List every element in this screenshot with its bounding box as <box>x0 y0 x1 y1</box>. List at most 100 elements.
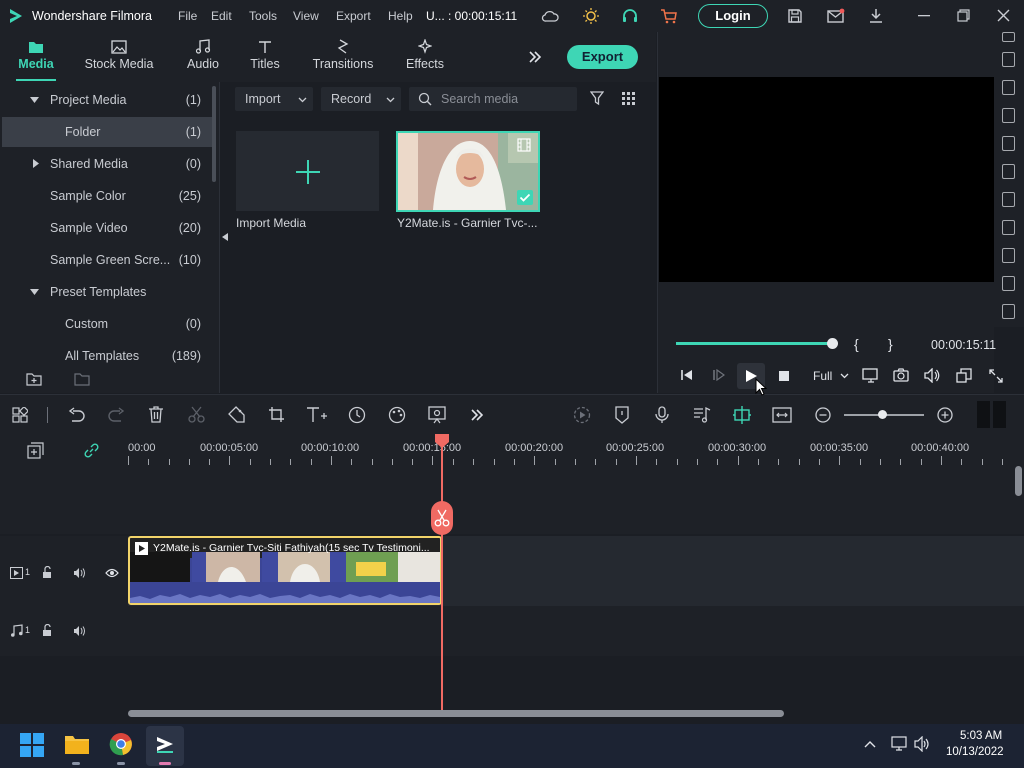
sidebar-item-sample-video[interactable]: Sample Video (20) <box>2 213 213 243</box>
undo-icon[interactable] <box>68 407 85 422</box>
windows-start-icon[interactable] <box>20 733 44 757</box>
sidebar-item-project-media[interactable]: Project Media (1) <box>2 85 213 115</box>
menu-file[interactable]: File <box>178 9 197 23</box>
clock-time[interactable]: 5:03 AM <box>960 730 1002 742</box>
fullscreen-icon[interactable] <box>989 369 1003 383</box>
snapshot-camera-icon[interactable] <box>893 368 909 382</box>
zoom-in-icon[interactable] <box>937 407 953 423</box>
export-button[interactable]: Export <box>567 45 638 69</box>
link-icon[interactable] <box>83 442 100 459</box>
zoom-slider-handle[interactable] <box>878 410 887 419</box>
clock-date[interactable]: 10/13/2022 <box>946 746 1004 758</box>
track-height-toggle[interactable] <box>993 401 1006 428</box>
menu-help[interactable]: Help <box>388 9 413 23</box>
panel-toggle[interactable] <box>1002 192 1015 207</box>
text-add-icon[interactable] <box>306 406 328 424</box>
playback-progress-bar[interactable] <box>676 342 833 345</box>
panel-toggle[interactable] <box>1002 136 1015 151</box>
chrome-icon[interactable] <box>109 732 133 756</box>
lightbulb-icon[interactable] <box>582 7 600 25</box>
panel-toggle[interactable] <box>1002 52 1015 67</box>
audio-list-icon[interactable] <box>693 406 711 424</box>
timeline-ruler[interactable]: 00:00 00:00:05:00 00:00:10:00 00:00:15:0… <box>128 434 1024 468</box>
menu-edit[interactable]: Edit <box>211 9 232 23</box>
step-forward-icon[interactable] <box>713 369 725 381</box>
chevron-up-icon[interactable] <box>864 740 876 748</box>
download-icon[interactable] <box>868 8 884 24</box>
sidebar-item-all-templates[interactable]: All Templates (189) <box>2 341 213 371</box>
speed-clock-icon[interactable] <box>348 406 366 424</box>
audio-mixer-icon[interactable] <box>428 406 446 424</box>
tab-titles[interactable]: Titles <box>246 32 284 82</box>
sidebar-item-folder[interactable]: Folder (1) <box>2 117 213 147</box>
tag-icon[interactable] <box>228 406 245 423</box>
minimize-icon[interactable] <box>918 15 930 17</box>
speaker-icon[interactable] <box>73 625 87 637</box>
preview-viewer[interactable] <box>659 77 994 282</box>
mark-in-button[interactable]: { <box>854 336 859 352</box>
restore-icon[interactable] <box>957 9 970 22</box>
taskbar-filmora-button[interactable] <box>146 726 184 766</box>
file-explorer-icon[interactable] <box>64 733 90 755</box>
sidebar-item-sample-color[interactable]: Sample Color (25) <box>2 181 213 211</box>
panel-toggle[interactable] <box>1002 220 1015 235</box>
chevron-down-icon[interactable] <box>840 373 849 379</box>
sidebar-item-preset-templates[interactable]: Preset Templates <box>2 277 213 307</box>
speaker-icon[interactable] <box>73 567 87 579</box>
menu-export[interactable]: Export <box>336 9 371 23</box>
close-icon[interactable] <box>997 9 1010 22</box>
cart-icon[interactable] <box>660 8 678 24</box>
volume-icon[interactable] <box>924 368 940 383</box>
panel-toggle[interactable] <box>1002 276 1015 291</box>
track-height-toggle[interactable] <box>977 401 990 428</box>
render-preview-icon[interactable] <box>573 406 591 424</box>
marker-icon[interactable] <box>614 406 630 424</box>
panel-toggle[interactable] <box>1002 80 1015 95</box>
menu-tools[interactable]: Tools <box>249 9 277 23</box>
sidebar-item-sample-green-screen[interactable]: Sample Green Scre... (10) <box>2 245 213 275</box>
playhead-handle[interactable] <box>435 434 449 448</box>
more-tools-icon[interactable] <box>470 408 484 422</box>
panel-toggle[interactable] <box>1002 304 1015 319</box>
step-backward-icon[interactable] <box>681 369 693 381</box>
playback-scrubber-handle[interactable] <box>827 338 838 349</box>
sidebar-scrollbar[interactable] <box>212 86 216 182</box>
tab-audio[interactable]: Audio <box>182 32 224 82</box>
timeline-horizontal-scrollbar[interactable] <box>128 710 784 717</box>
microphone-icon[interactable] <box>654 406 670 424</box>
panel-toggle[interactable] <box>1002 108 1015 123</box>
timeline-vertical-scrollbar[interactable] <box>1015 466 1022 496</box>
timeline-video-clip[interactable]: Y2Mate.is - Garnier Tvc-Siti Fathiyah(15… <box>128 536 442 605</box>
search-input[interactable]: Search media <box>409 87 577 111</box>
folder-outline-icon[interactable] <box>74 372 90 386</box>
tab-stock-media[interactable]: Stock Media <box>82 32 156 82</box>
audio-track-lane[interactable] <box>128 606 1024 656</box>
grid-view-icon[interactable] <box>622 92 635 105</box>
headset-icon[interactable] <box>621 7 639 25</box>
panel-toggle[interactable] <box>1002 32 1015 42</box>
filter-icon[interactable] <box>590 91 604 106</box>
save-icon[interactable] <box>787 8 803 24</box>
sidebar-item-shared-media[interactable]: Shared Media (0) <box>2 149 213 179</box>
new-folder-icon[interactable] <box>26 372 42 386</box>
tab-media[interactable]: Media <box>14 32 58 82</box>
login-button[interactable]: Login <box>698 4 768 28</box>
lock-icon[interactable] <box>42 624 54 637</box>
volume-icon[interactable] <box>914 736 932 752</box>
more-tabs-icon[interactable] <box>528 50 542 64</box>
redo-icon[interactable] <box>108 407 125 422</box>
eye-icon[interactable] <box>105 568 119 578</box>
playhead-line[interactable] <box>441 434 443 710</box>
zoom-out-icon[interactable] <box>815 407 831 423</box>
external-window-icon[interactable] <box>956 368 972 383</box>
cut-icon[interactable] <box>188 406 205 423</box>
layout-icon[interactable] <box>12 407 28 423</box>
collapse-sidebar-icon[interactable] <box>222 233 228 241</box>
network-icon[interactable] <box>890 736 908 752</box>
sidebar-item-custom[interactable]: Custom (0) <box>2 309 213 339</box>
import-dropdown[interactable]: Import <box>235 87 313 111</box>
snap-icon[interactable] <box>732 405 752 425</box>
record-dropdown[interactable]: Record <box>321 87 401 111</box>
panel-toggle[interactable] <box>1002 164 1015 179</box>
lock-icon[interactable] <box>42 566 54 579</box>
